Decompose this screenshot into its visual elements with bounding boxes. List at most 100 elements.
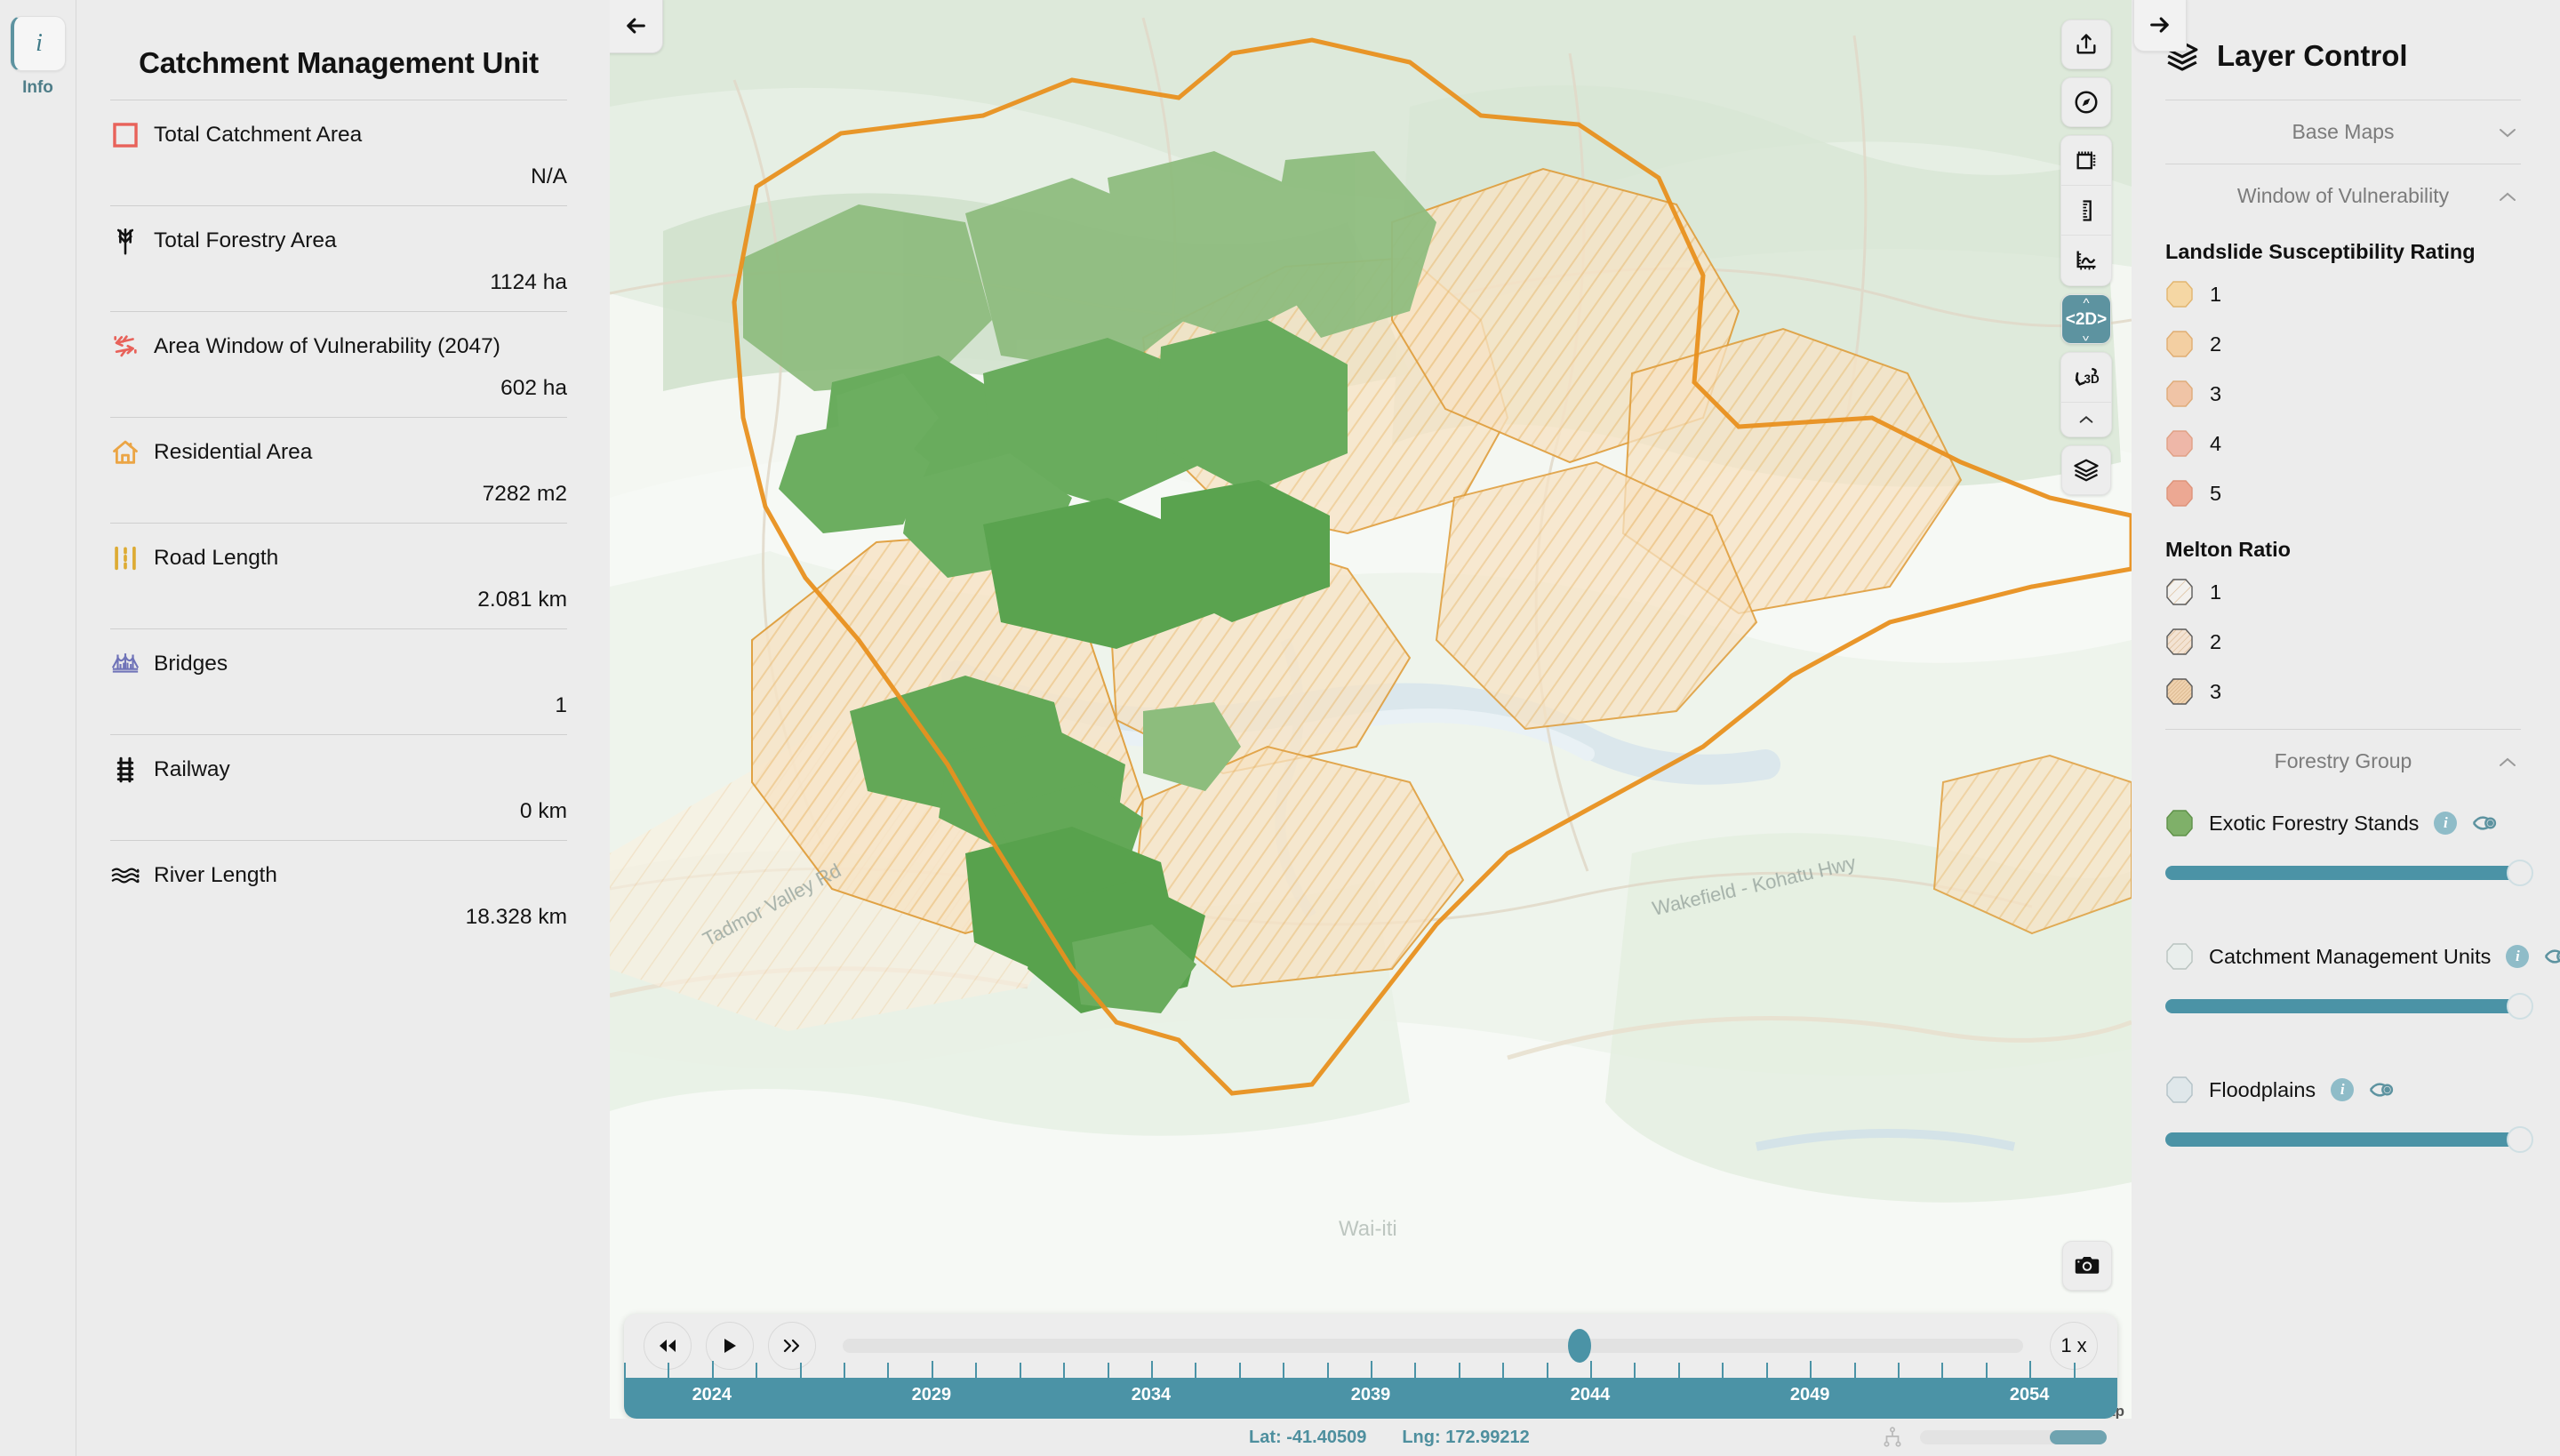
stat-icon-wrap — [110, 120, 140, 150]
bridge-icon — [111, 653, 140, 673]
layer-opacity-thumb[interactable] — [2507, 1126, 2533, 1153]
stat-row-header: Bridges — [110, 649, 567, 679]
coordinate-readout: Lat: -41.40509 Lng: 172.99212 — [1249, 1428, 1530, 1448]
legend-row: 2 — [2165, 617, 2521, 667]
legend-label: 2 — [2210, 629, 2222, 653]
timeline-tick — [624, 1363, 626, 1378]
layer-row-floodplains[interactable]: Floodplains i — [2165, 1060, 2521, 1111]
melton-legend-title: Melton Ratio — [2165, 538, 2291, 561]
layer-opacity-slider[interactable] — [2165, 860, 2533, 886]
timeline-tick — [1722, 1363, 1724, 1378]
section-base-maps[interactable]: Base Maps — [2165, 100, 2521, 164]
map-scale-fill — [2050, 1430, 2107, 1444]
area-measure-icon — [2076, 151, 2096, 169]
layers-icon — [2074, 459, 2099, 482]
legend-row: 2 — [2165, 319, 2521, 369]
layer-opacity-thumb[interactable] — [2507, 993, 2533, 1020]
timeline-tick — [1283, 1363, 1285, 1378]
stat-list: Total Catchment Area N/A Total Forestry Ar… — [110, 100, 567, 946]
chevron-up-icon — [2079, 416, 2093, 423]
sidebar-item-info[interactable]: i — [10, 16, 66, 71]
layer-opacity-slider[interactable] — [2165, 993, 2533, 1020]
layer-swatch — [2165, 809, 2194, 837]
legend-swatch — [2165, 677, 2194, 706]
visibility-eye-icon[interactable] — [2472, 810, 2499, 836]
square-outline-icon — [113, 123, 138, 148]
compass-button[interactable] — [2061, 77, 2111, 127]
fast-forward-icon — [783, 1339, 800, 1353]
timeline-tick — [1853, 1363, 1856, 1378]
timeline-tick — [668, 1363, 670, 1378]
ruler-measure-button[interactable] — [2061, 186, 2111, 236]
timeline-tick — [2029, 1361, 2032, 1378]
stat-label: Railway — [154, 757, 230, 781]
layer-opacity-slider[interactable] — [2165, 1126, 2533, 1153]
map-canvas[interactable]: Wakefield - Kohatu Hwy Tadmor Valley Rd … — [610, 0, 2132, 1456]
legend-label: 3 — [2210, 679, 2222, 703]
legend-swatch-icon — [2166, 943, 2193, 970]
stat-row-header: Road Length — [110, 543, 567, 573]
legend-label: 1 — [2210, 580, 2222, 604]
timeline-tick — [1985, 1363, 1988, 1378]
timeline-tick — [1326, 1363, 1329, 1378]
profile-chart-button[interactable] — [2061, 236, 2111, 285]
area-measure-button[interactable] — [2061, 136, 2111, 186]
layer-panel-collapse-button[interactable] — [2133, 0, 2187, 52]
stat-value: N/A — [531, 164, 567, 188]
layer-info-icon[interactable]: i — [2506, 945, 2530, 968]
legend-label: 1 — [2210, 282, 2222, 306]
timeline-axis[interactable]: 2024 2029 2034 2039 2044 2049 2054 — [624, 1361, 2117, 1419]
visibility-eye-icon[interactable] — [2369, 1076, 2396, 1103]
timeline-year-label: 2039 — [1350, 1385, 1391, 1404]
river-icon — [111, 868, 140, 884]
longitude-value: Lng: 172.99212 — [1402, 1427, 1530, 1447]
screenshot-button[interactable] — [2062, 1241, 2112, 1291]
layer-spacer — [2165, 1154, 2521, 1193]
layer-row-exotic-forestry-stands[interactable]: Exotic Forestry Stands i — [2165, 793, 2521, 844]
map-layers-button[interactable] — [2061, 445, 2111, 495]
sidebar-item-info-label: Info — [22, 78, 53, 97]
legend-swatch — [2165, 330, 2194, 358]
rewind-icon — [660, 1340, 676, 1352]
section-window-of-vulnerability[interactable]: Window of Vulnerability — [2165, 164, 2521, 228]
timeline-control: 1 x 2024 2029 2034 2039 2044 2049 2054 — [624, 1314, 2117, 1419]
chevron-up-icon: ^ — [2083, 295, 2090, 311]
section-forestry-group[interactable]: Forestry Group — [2165, 730, 2521, 793]
chevron-down-icon — [2500, 128, 2516, 137]
road-icon — [115, 546, 136, 571]
stat-label: River Length — [154, 863, 277, 887]
timeline-slider[interactable] — [843, 1329, 2023, 1363]
share-export-button[interactable] — [2061, 20, 2111, 69]
toolbar-collapse-button[interactable] — [2061, 403, 2111, 436]
timeline-tick — [887, 1363, 890, 1378]
legend-swatch-icon — [2166, 480, 2193, 507]
map-container[interactable]: Wakefield - Kohatu Hwy Tadmor Valley Rd … — [610, 0, 2132, 1456]
legend-swatch-icon — [2166, 281, 2193, 308]
timeline-year-label: 2029 — [911, 1385, 952, 1404]
legend-swatch-icon — [2166, 628, 2193, 655]
map-scale-slider[interactable] — [1920, 1430, 2107, 1444]
stat-row-header: Railway — [110, 755, 567, 785]
timeline-tick — [2073, 1363, 2076, 1378]
legend-swatch — [2165, 280, 2194, 308]
timeline-slider-thumb[interactable] — [1567, 1329, 1591, 1363]
2d-view-toggle[interactable]: ^ <2D> ^ — [2061, 294, 2111, 344]
stat-icon-wrap — [110, 649, 140, 679]
chevron-down-icon: ^ — [2083, 327, 2090, 343]
layer-info-icon[interactable]: i — [2434, 812, 2458, 835]
map-toolbar: ^ <2D> ^ 3D — [2060, 20, 2112, 495]
stat-icon-wrap — [110, 860, 140, 891]
visibility-eye-icon[interactable] — [2544, 943, 2560, 970]
stat-value: 7282 m2 — [482, 482, 567, 506]
map-back-button[interactable] — [610, 0, 663, 53]
timeline-tick — [931, 1361, 933, 1378]
legend-row: 3 — [2165, 667, 2521, 716]
layer-opacity-thumb[interactable] — [2507, 860, 2533, 886]
layer-row-catchment-management-units[interactable]: Catchment Management Units i — [2165, 926, 2560, 978]
3d-view-toggle[interactable]: 3D — [2061, 353, 2111, 403]
landslide-legend: 1 2 3 4 5 — [2165, 269, 2521, 518]
layer-info-icon[interactable]: i — [2331, 1078, 2355, 1101]
house-icon — [113, 440, 138, 464]
stat-row-header: Total Catchment Area — [110, 120, 567, 150]
share-export-icon — [2076, 34, 2096, 54]
